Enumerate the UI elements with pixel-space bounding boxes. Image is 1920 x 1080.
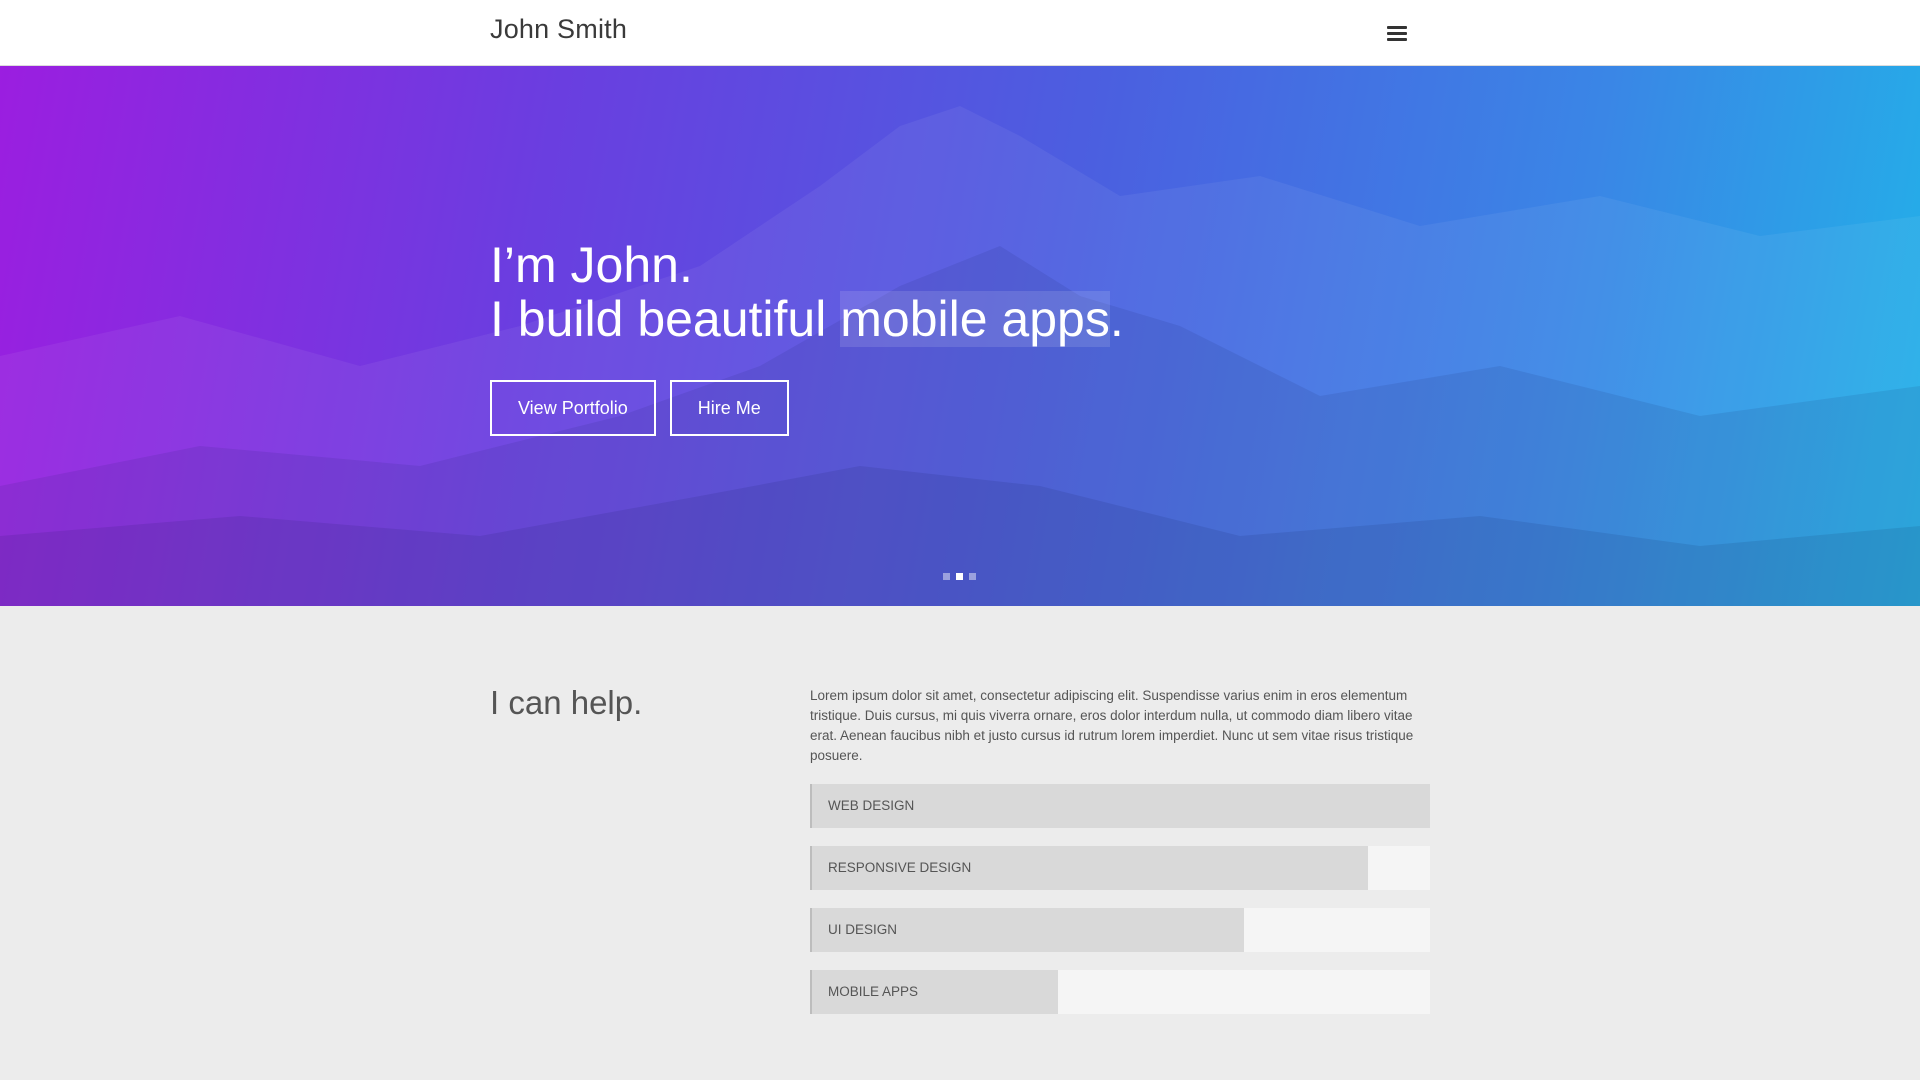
skill-bar-ui-design: UI DESIGN xyxy=(810,908,1430,952)
help-heading: I can help. xyxy=(490,684,643,721)
skills-list: WEB DESIGN RESPONSIVE DESIGN UI DESIGN M… xyxy=(810,784,1430,1032)
skill-label: UI DESIGN xyxy=(828,922,898,937)
hire-me-button[interactable]: Hire Me xyxy=(669,380,789,436)
skill-label: MOBILE APPS xyxy=(828,984,919,999)
headline-prefix: I build beautiful xyxy=(490,291,841,347)
skill-bar-mobile-apps: MOBILE APPS xyxy=(810,970,1430,1014)
carousel-dot[interactable] xyxy=(969,573,976,580)
headline-suffix: . xyxy=(1109,291,1124,347)
view-portfolio-button[interactable]: View Portfolio xyxy=(490,380,656,436)
carousel-dot-active[interactable] xyxy=(956,573,963,580)
site-brand[interactable]: John Smith xyxy=(490,14,627,45)
headline-line-2: I build beautiful mobile apps. xyxy=(490,291,1124,347)
skill-bar-web-design: WEB DESIGN xyxy=(810,784,1430,828)
carousel-indicators xyxy=(943,573,976,580)
menu-button[interactable] xyxy=(1382,20,1412,46)
hero-section: I’m John. I build beautiful mobile apps.… xyxy=(0,66,1920,606)
site-header: John Smith xyxy=(0,0,1920,66)
hero-headline: I’m John. I build beautiful mobile apps. xyxy=(490,237,1124,347)
headline-highlight: mobile apps xyxy=(840,291,1110,347)
skill-label: RESPONSIVE DESIGN xyxy=(828,860,972,875)
skill-bar-responsive-design: RESPONSIVE DESIGN xyxy=(810,846,1430,890)
carousel-dot[interactable] xyxy=(943,573,950,580)
help-intro-text: Lorem ipsum dolor sit amet, consectetur … xyxy=(810,688,1414,763)
skill-label: WEB DESIGN xyxy=(828,798,915,813)
hero-buttons: View Portfolio Hire Me xyxy=(490,380,789,436)
hamburger-menu-icon xyxy=(1387,26,1407,41)
headline-line-1: I’m John. xyxy=(490,237,693,293)
